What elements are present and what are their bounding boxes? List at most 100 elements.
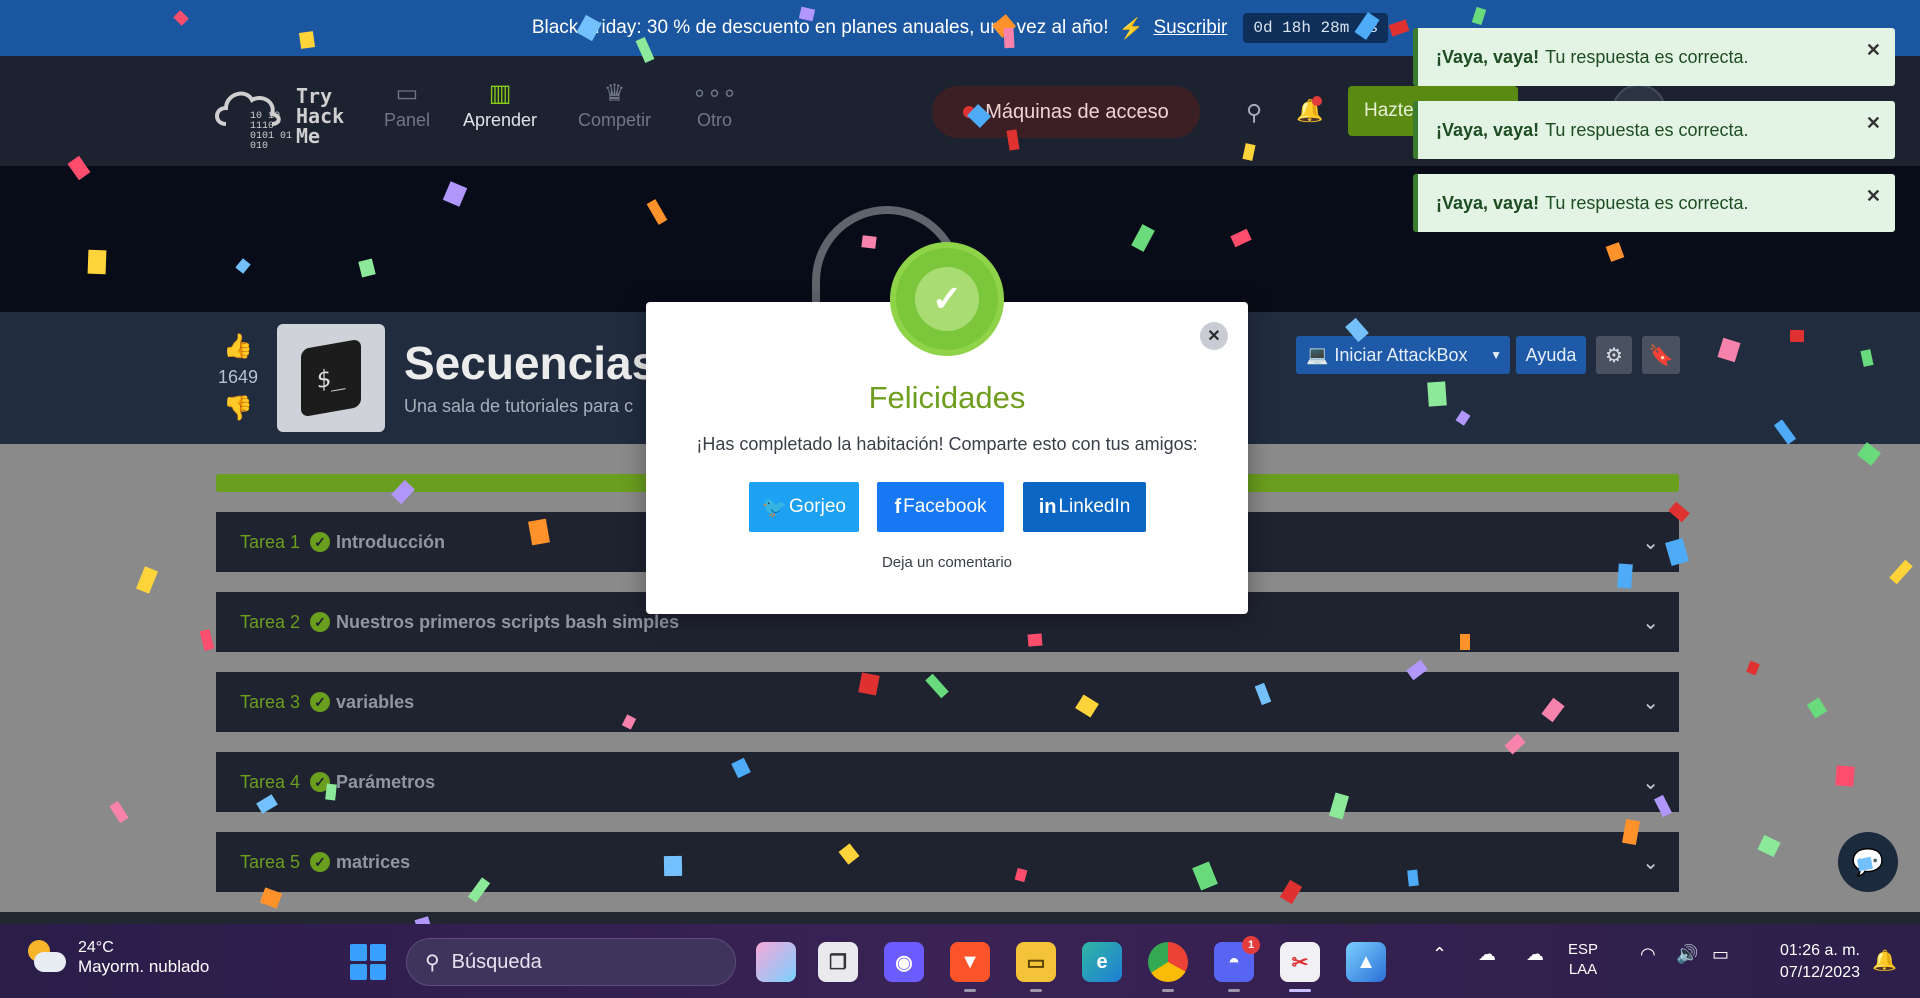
taskbar-search[interactable]: ⚲ Búsqueda	[406, 938, 736, 986]
notification-dot	[1312, 96, 1322, 106]
help-button[interactable]: Ayuda	[1516, 336, 1586, 374]
bookmark-icon[interactable]: 🔖	[1642, 336, 1680, 374]
share-facebook-button[interactable]: f Facebook	[877, 482, 1004, 532]
task-view-icon[interactable]: ❐	[818, 942, 858, 982]
toast-text: Tu respuesta es correcta.	[1545, 119, 1749, 140]
confetti-piece	[1889, 559, 1913, 585]
close-icon[interactable]: ✕	[1866, 186, 1881, 207]
panel-icon: ▭	[395, 80, 419, 107]
wifi-icon[interactable]: ◠	[1640, 944, 1656, 965]
notification-bell-icon[interactable]: 🔔	[1872, 948, 1897, 973]
windows-taskbar: 24°C Mayorm. nublado ⚲ Búsqueda ❐ ◉ ▼ ▭ …	[0, 924, 1920, 998]
close-icon[interactable]: ✕	[1866, 113, 1881, 134]
weather-widget[interactable]: 24°C Mayorm. nublado	[26, 938, 209, 978]
page: Black Friday: 30 % de descuento en plane…	[0, 0, 1920, 998]
dots-icon: ∘∘∘	[692, 80, 738, 107]
logo-wordmark: Try Hack Me	[296, 86, 344, 146]
share-linkedin-label: LinkedIn	[1058, 496, 1131, 517]
task-name: matrices	[336, 851, 411, 872]
battery-icon[interactable]: ▭	[1712, 944, 1729, 965]
brave-browser-icon[interactable]: ▼	[950, 942, 990, 992]
system-clock[interactable]: 01:26 a. m. 07/12/2023	[1750, 940, 1860, 984]
caret-down-icon[interactable]: ▼	[1490, 348, 1502, 362]
twitter-icon: 🐦	[762, 496, 787, 519]
chevron-down-icon[interactable]: ⌄	[1642, 850, 1659, 875]
discord-icon[interactable]: ◓ 1	[1214, 936, 1260, 992]
logo-word-me: Me	[296, 124, 321, 148]
share-linkedin-button[interactable]: in LinkedIn	[1023, 482, 1146, 532]
attackbox-label: Iniciar AttackBox	[1334, 344, 1468, 365]
confetti-piece	[663, 855, 683, 877]
confetti-piece	[1427, 381, 1447, 407]
file-explorer-icon[interactable]: ▭	[1016, 942, 1056, 992]
chevron-up-icon[interactable]: ⌃	[1432, 944, 1447, 965]
partly-cloudy-icon	[26, 938, 66, 978]
completion-badge: ✓	[890, 242, 1004, 356]
close-icon[interactable]: ✕	[1866, 40, 1881, 61]
nav-compete[interactable]: ♛ Competir	[578, 78, 651, 131]
toast-bold: ¡Vaya, vaya!	[1436, 46, 1540, 67]
linkedin-icon: in	[1038, 495, 1057, 518]
subscribe-link[interactable]: Suscribir	[1153, 17, 1227, 39]
photos-icon[interactable]: ▲	[1346, 942, 1386, 982]
check-icon: ✓	[310, 852, 331, 872]
close-icon[interactable]: ✕	[1200, 322, 1228, 350]
teams-chat-icon[interactable]: ◉	[884, 942, 924, 982]
confetti-piece	[325, 783, 337, 801]
gear-icon[interactable]: ⚙	[1596, 336, 1632, 374]
bell-icon[interactable]: 🔔	[1296, 96, 1323, 124]
check-icon: ✓	[310, 612, 331, 632]
confetti-piece	[1789, 329, 1805, 343]
check-badge-icon: ✓	[915, 267, 979, 331]
trophy-icon: ♛	[603, 80, 626, 107]
volume-icon[interactable]: 🔊	[1676, 944, 1698, 965]
room-title: Secuencias	[404, 337, 658, 389]
task-number: Tarea 1	[240, 531, 301, 552]
snipping-tool-icon[interactable]: ✂	[1280, 942, 1320, 992]
task-name: Introducción	[336, 531, 446, 552]
toast-bold: ¡Vaya, vaya!	[1436, 192, 1540, 213]
task-row[interactable]: Tarea 4 ✓ Parámetros ⌄	[216, 752, 1679, 812]
chrome-browser-icon[interactable]	[1148, 942, 1188, 992]
room-subtitle: Una sala de tutoriales para c	[404, 396, 634, 416]
start-attackbox-button[interactable]: 💻 Iniciar AttackBox ▼	[1296, 336, 1510, 374]
copilot-icon[interactable]	[756, 942, 796, 982]
clock-date: 07/12/2023	[1779, 964, 1860, 981]
nav-panel[interactable]: ▭ Panel	[384, 78, 430, 131]
chevron-down-icon[interactable]: ⌄	[1642, 770, 1659, 795]
search-icon[interactable]: ⚲	[1246, 100, 1262, 126]
vote-box: 👍 1649 👎	[214, 332, 262, 423]
chevron-down-icon[interactable]: ⌄	[1642, 610, 1659, 635]
confetti-piece	[199, 629, 215, 651]
edge-browser-icon[interactable]: e	[1082, 942, 1122, 982]
leave-comment-link[interactable]: Deja un comentario	[646, 554, 1248, 571]
onedrive-icon[interactable]: ☁	[1526, 944, 1544, 965]
confetti-piece	[298, 31, 316, 49]
task-row[interactable]: Tarea 5 ✓ matrices ⌄	[216, 832, 1679, 892]
toast-text: Tu respuesta es correcta.	[1545, 192, 1749, 213]
confetti-piece	[1856, 442, 1882, 466]
thumbs-down-icon[interactable]: 👎	[214, 394, 262, 423]
language-indicator[interactable]: ESP LAA	[1568, 940, 1598, 980]
task-row[interactable]: Tarea 3 ✓ variables ⌄	[216, 672, 1679, 732]
nav-learn[interactable]: ▥ Aprender	[463, 78, 537, 131]
nav-other[interactable]: ∘∘∘ Otro	[692, 78, 737, 131]
weather-temp: 24°C	[78, 939, 114, 956]
onedrive-info-icon[interactable]: ☁	[1478, 944, 1496, 965]
share-twitter-button[interactable]: 🐦 Gorjeo	[749, 482, 859, 532]
modal-title: Felicidades	[868, 380, 1026, 415]
chevron-down-icon[interactable]: ⌄	[1642, 530, 1659, 555]
windows-start-icon[interactable]	[350, 944, 386, 980]
like-count: 1649	[217, 367, 259, 387]
confetti-piece	[528, 518, 550, 546]
nav-compete-label: Competir	[578, 110, 652, 130]
laptop-icon: 💻	[1306, 344, 1329, 365]
tryhackme-logo[interactable]: 10 10 1110 0101 01 010 Try Hack Me	[212, 66, 362, 156]
confetti-piece	[109, 800, 129, 824]
room-icon: $_	[277, 324, 385, 432]
thumbs-up-icon[interactable]: 👍	[214, 332, 262, 361]
success-toast: ¡Vaya, vaya! Tu respuesta es correcta. ✕	[1413, 28, 1895, 86]
task-number: Tarea 4	[240, 771, 301, 792]
weather-desc: Mayorm. nublado	[78, 957, 210, 976]
chevron-down-icon[interactable]: ⌄	[1642, 690, 1659, 715]
